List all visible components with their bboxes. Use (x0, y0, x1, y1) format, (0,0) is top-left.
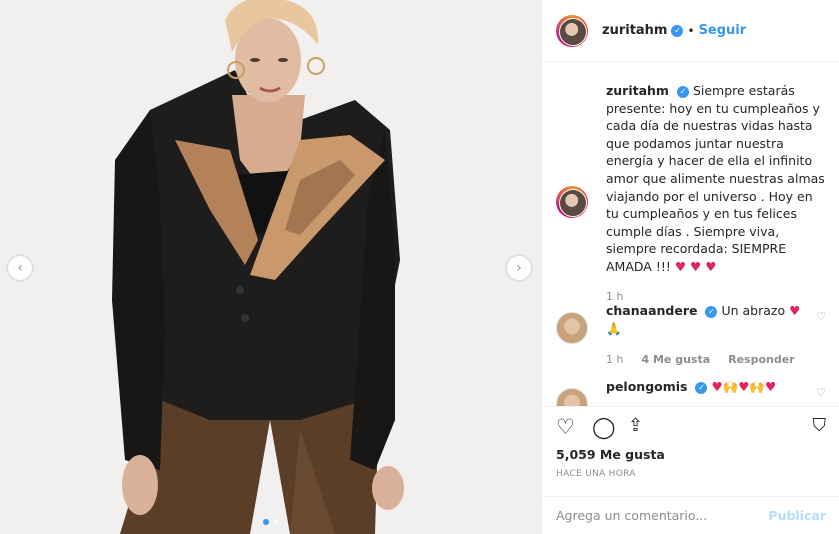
verified-badge-icon: ✓ (671, 24, 684, 37)
comment-like-icon[interactable]: ♡ (816, 310, 826, 323)
comment-item: chanaandere ✓ Un abrazo ♥ 🙏 1 h 4 Me gus… (556, 302, 826, 369)
like-count[interactable]: 5,059 Me gusta (556, 447, 665, 462)
comment-input[interactable]: Agrega un comentario... (556, 508, 768, 523)
comment-username[interactable]: pelongomis (606, 379, 687, 394)
comment-text: Un abrazo (721, 303, 786, 318)
header-username[interactable]: zuritahm (602, 23, 667, 38)
comment-username[interactable]: chanaandere (606, 303, 697, 318)
carousel-dots (0, 519, 541, 525)
share-icon[interactable]: ⇪ (628, 415, 643, 436)
action-bar: ♡ ◯ ⇪ ⛉ 5,059 Me gusta HACE UNA HORA (542, 406, 839, 500)
reply-button[interactable]: Responder (728, 351, 795, 369)
photo-illustration (0, 0, 541, 534)
post-timestamp[interactable]: HACE UNA HORA (556, 469, 636, 479)
comments-list[interactable]: zuritahm ✓ Siempre estarás presente: hoy… (542, 62, 839, 406)
publish-button[interactable]: Publicar (768, 508, 826, 523)
verified-badge-icon: ✓ (705, 305, 718, 318)
post-sidebar: zuritahm ✓ • Seguir zuritahm ✓ Siempre e… (541, 0, 839, 534)
carousel-dot-active (262, 519, 269, 525)
caption-avatar[interactable] (556, 186, 588, 218)
comment-avatar[interactable] (556, 312, 588, 344)
post-header: zuritahm ✓ • Seguir (542, 0, 839, 62)
comment-emoji: ♥🙌♥🙌♥ (711, 379, 777, 394)
comment-like-icon[interactable]: ♡ (816, 386, 826, 399)
comment-item: pelongomis ✓ ♥🙌♥🙌♥ ♡ (556, 378, 826, 406)
comment-icon[interactable]: ◯ (592, 415, 616, 439)
caption-time[interactable]: 1 h (606, 290, 623, 303)
bookmark-icon[interactable]: ⛉ (813, 415, 827, 436)
chevron-left-icon[interactable]: ‹ (8, 256, 32, 280)
verified-badge-icon: ✓ (676, 85, 689, 98)
caption-emoji: ♥ ♥ ♥ (674, 258, 717, 274)
heart-icon[interactable]: ♡ (556, 415, 575, 439)
comment-likes[interactable]: 4 Me gusta (641, 351, 710, 369)
comment-composer: Agrega un comentario... Publicar (542, 496, 839, 534)
verified-badge-icon: ✓ (695, 381, 708, 394)
chevron-right-icon[interactable]: › (507, 256, 531, 280)
caption-text: Siempre estarás presente: hoy en tu cump… (606, 83, 825, 274)
follow-button[interactable]: Seguir (699, 23, 747, 38)
comment-avatar[interactable] (556, 388, 588, 406)
caption: zuritahm ✓ Siempre estarás presente: hoy… (556, 82, 826, 303)
post-photo[interactable]: ‹ › (0, 0, 541, 534)
separator: • (687, 23, 695, 38)
carousel-dot (272, 519, 279, 525)
comment-time[interactable]: 1 h (606, 351, 623, 369)
caption-username[interactable]: zuritahm (606, 83, 669, 98)
avatar[interactable] (556, 14, 588, 47)
